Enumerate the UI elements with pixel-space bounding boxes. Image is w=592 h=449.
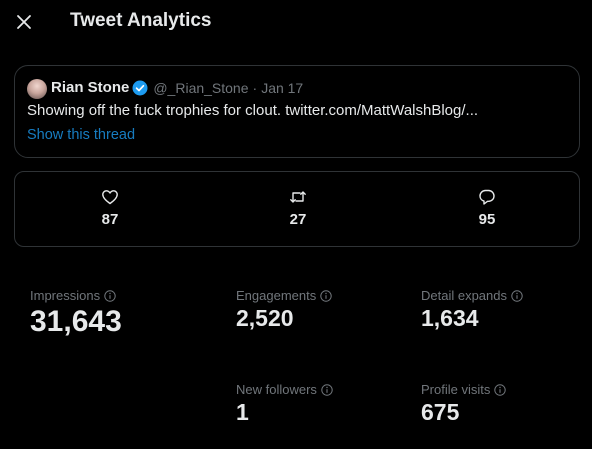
retweets-count: 27	[289, 211, 307, 228]
detail-expands-value: 1,634	[421, 305, 479, 331]
engagements-stat: Engagements 2,520	[236, 288, 332, 332]
author-name[interactable]: Rian Stone	[51, 79, 129, 96]
tweet-card[interactable]: Rian Stone @_Rian_Stone · Jan 17 Showing…	[14, 65, 580, 158]
reply-icon	[479, 189, 495, 205]
impressions-stat: Impressions 31,643	[30, 288, 122, 339]
retweets-metric: 27	[268, 188, 328, 228]
profile-visits-value: 675	[421, 399, 460, 425]
new-followers-stat: New followers 1	[236, 382, 333, 426]
show-thread-link[interactable]: Show this thread	[27, 127, 135, 143]
tweet-author-row: Rian Stone @_Rian_Stone · Jan 17	[51, 79, 303, 96]
engagements-label: Engagements	[236, 288, 317, 303]
info-icon[interactable]	[494, 383, 507, 396]
heart-icon	[102, 190, 118, 205]
modal-header: Tweet Analytics	[0, 0, 592, 46]
engagements-value: 2,520	[236, 305, 294, 331]
detail-expands-stat: Detail expands 1,634	[421, 288, 523, 332]
info-icon[interactable]	[104, 289, 116, 302]
tweet-date[interactable]: Jan 17	[261, 80, 303, 96]
info-icon[interactable]	[320, 289, 332, 302]
close-button[interactable]	[12, 10, 36, 34]
author-handle[interactable]: @_Rian_Stone	[153, 80, 248, 96]
profile-visits-label: Profile visits	[421, 382, 491, 397]
avatar[interactable]	[27, 79, 47, 99]
replies-metric: 95	[457, 188, 517, 228]
detail-expands-label: Detail expands	[421, 288, 507, 303]
impressions-label: Impressions	[30, 288, 101, 303]
info-icon[interactable]	[321, 383, 333, 396]
close-icon	[17, 15, 31, 29]
likes-count: 87	[101, 211, 119, 228]
new-followers-value: 1	[236, 399, 249, 425]
likes-metric: 87	[80, 188, 140, 228]
replies-count: 95	[478, 211, 496, 228]
page-title: Tweet Analytics	[70, 10, 212, 31]
info-icon[interactable]	[511, 289, 523, 302]
tweet-text: Showing off the fuck trophies for clout.…	[27, 102, 479, 119]
impressions-value: 31,643	[30, 305, 122, 338]
separator-dot: ·	[252, 79, 258, 96]
verified-badge-icon	[132, 80, 148, 96]
engagement-counts: 87 27 95	[14, 171, 580, 247]
retweet-icon	[290, 191, 306, 203]
profile-visits-stat: Profile visits 675	[421, 382, 507, 426]
new-followers-label: New followers	[236, 382, 317, 397]
